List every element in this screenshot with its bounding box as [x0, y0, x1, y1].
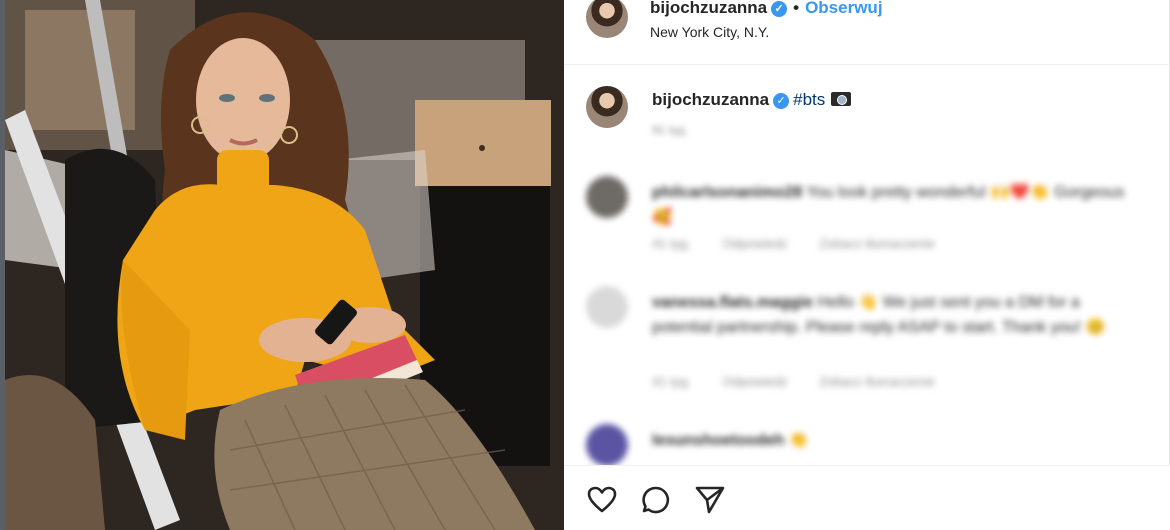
heart-icon[interactable]	[586, 484, 618, 516]
translate-link[interactable]: Zobacz tłumaczenie	[819, 236, 935, 251]
comment-text: lesunshoetoodeh 👏	[652, 428, 1142, 453]
comment-item: philcarlsonanimo28 You look pretty wonde…	[586, 176, 1146, 256]
hashtag-link[interactable]: #bts	[793, 90, 825, 109]
post-header: bijochzuzanna ✓ • Obserwuj New York City, N…	[564, 0, 1170, 65]
comment-text: vanessa.flats.maggie Hello 👋 We just sen…	[652, 290, 1142, 340]
comment-time: 41 tyg.	[652, 374, 692, 389]
post-side-panel: bijochzuzanna ✓ • Obserwuj New York City, N…	[564, 0, 1170, 530]
separator-dot: •	[793, 0, 800, 17]
post-photo[interactable]	[5, 0, 564, 530]
photo-illustration	[5, 0, 564, 530]
reply-link[interactable]: Odpowiedz	[723, 236, 788, 251]
commenter-avatar[interactable]	[586, 286, 628, 328]
reply-link[interactable]: Odpowiedz	[723, 374, 788, 389]
comment-item: vanessa.flats.maggie Hello 👋 We just sen…	[586, 286, 1146, 396]
comment-item: lesunshoetoodeh 👏	[586, 424, 1146, 466]
translate-link[interactable]: Zobacz tłumaczenie	[819, 374, 935, 389]
comment-text: philcarlsonanimo28 You look pretty wonde…	[652, 180, 1142, 230]
caption-author-avatar[interactable]	[586, 86, 628, 128]
comment-body: 👏	[788, 432, 809, 449]
camera-icon	[831, 92, 852, 106]
share-icon[interactable]	[694, 484, 726, 516]
caption-username[interactable]: bijochzuzanna	[652, 90, 769, 109]
comment-time: 41 tyg.	[652, 236, 692, 251]
verified-badge-icon: ✓	[773, 93, 790, 109]
post-caption: bijochzuzanna ✓ #bts	[652, 90, 852, 110]
commenter-username[interactable]: lesunshoetoodeh	[652, 432, 784, 449]
post-location[interactable]: New York City, N.Y.	[650, 24, 769, 40]
action-bar	[564, 465, 1170, 530]
author-line: bijochzuzanna ✓ • Obserwuj	[650, 0, 883, 18]
author-username[interactable]: bijochzuzanna	[650, 0, 767, 17]
verified-badge-icon: ✓	[771, 1, 788, 17]
comment-meta: 41 tyg. Odpowiedz Zobacz tłumaczenie	[652, 236, 963, 251]
commenter-username[interactable]: vanessa.flats.maggie	[652, 294, 813, 311]
comment-icon[interactable]	[640, 484, 672, 516]
commenter-username[interactable]: philcarlsonanimo28	[652, 184, 802, 201]
author-avatar[interactable]	[586, 0, 628, 38]
commenter-avatar[interactable]	[586, 176, 628, 218]
follow-button[interactable]: Obserwuj	[805, 0, 882, 17]
caption-timestamp: 91 tyg.	[652, 123, 689, 137]
commenter-avatar[interactable]	[586, 424, 628, 466]
comment-meta: 41 tyg. Odpowiedz Zobacz tłumaczenie	[652, 374, 963, 389]
